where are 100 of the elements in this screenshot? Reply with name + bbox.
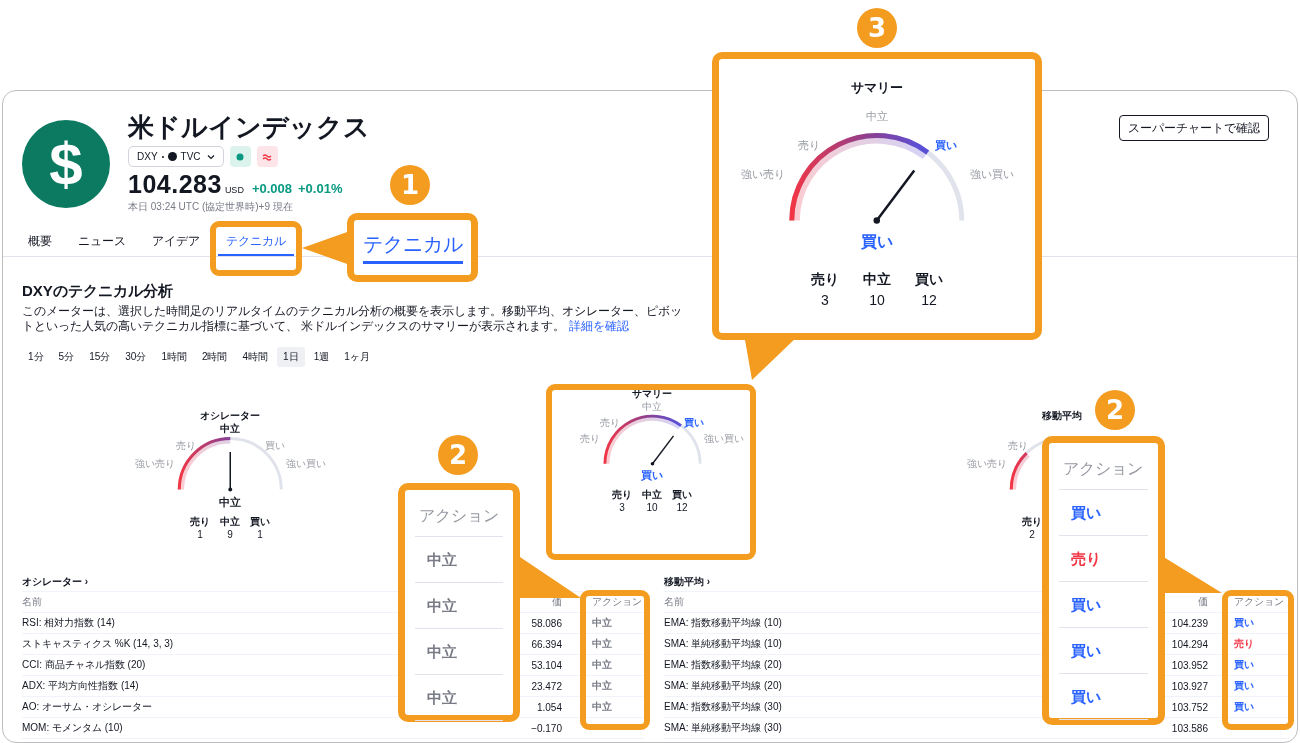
table-cell: CCI: 商品チャネル指数 (20) — [22, 658, 146, 672]
count-label: 中立 — [642, 488, 662, 502]
count-label: 売り — [190, 514, 210, 528]
count-value: 3 — [821, 291, 829, 311]
count-label: 売り — [612, 488, 632, 502]
interval-button[interactable]: 1日 — [277, 347, 305, 367]
table-cell: 58.086 — [531, 617, 562, 629]
derived-data-button[interactable] — [256, 146, 278, 167]
symbol-selector[interactable]: DXY TVC — [128, 146, 224, 167]
gauge-label: 売り — [580, 433, 601, 446]
table-cell: 104.239 — [1171, 617, 1208, 629]
gauge-label: 中立 — [866, 109, 888, 123]
table-cell: 53.104 — [531, 659, 562, 671]
zoomed-cell: 買い — [1059, 490, 1148, 536]
timestamp: 本日 03:24 UTC (協定世界時)+9 現在 — [128, 200, 294, 214]
zoomed-cell: 買い — [1059, 582, 1148, 628]
tab[interactable]: 概要 — [20, 226, 60, 256]
count-label: 買い — [915, 270, 943, 290]
table-cell: 中立 — [592, 679, 612, 693]
symbol-title: 米ドルインデックス — [128, 111, 370, 143]
gauge-label: 中立 — [220, 423, 240, 435]
column-header: アクション — [592, 595, 642, 609]
count-label: 中立 — [863, 270, 891, 290]
gauge-label: 強い売り — [740, 166, 785, 181]
exchange-logo-icon — [167, 152, 177, 161]
zoomed-cell: 中立 — [415, 629, 503, 675]
tab[interactable]: ニュース — [70, 226, 134, 256]
gauge-label: 強い売り — [134, 457, 175, 470]
interval-button[interactable]: 1分 — [22, 347, 50, 367]
gauge-needle — [650, 434, 674, 466]
percent-change: +0.01% — [298, 181, 343, 196]
table-cell: SMA: 単純移動平均線 (20) — [664, 679, 782, 693]
zoomed-cell: 中立 — [415, 583, 503, 629]
gauge-label: 強い買い — [285, 457, 326, 470]
interval-button[interactable]: 2時間 — [195, 347, 234, 367]
interval-button[interactable]: 15分 — [83, 347, 117, 367]
market-status-button[interactable] — [229, 146, 251, 167]
zoomed-cell: 中立 — [415, 675, 503, 721]
table-cell: 1.054 — [536, 701, 562, 713]
table-cell: RSI: 相対力指数 (14) — [22, 616, 115, 630]
interval-button[interactable]: 30分 — [119, 347, 153, 367]
table-cell: 104.294 — [1171, 638, 1208, 650]
wave-icon — [262, 152, 273, 161]
tab[interactable]: テクニカル — [218, 226, 294, 256]
table-cell: 売り — [1234, 637, 1254, 651]
table-cell: 買い — [1234, 658, 1254, 672]
caret-icon — [206, 153, 215, 160]
supercharts-button[interactable]: スーパーチャートで確認 — [1119, 115, 1269, 141]
gauge-label: 売り — [797, 137, 820, 152]
gauge-verdict: 中立 — [219, 494, 241, 510]
zoomed-cell: 売り — [1059, 536, 1148, 582]
count-label: 買い — [672, 488, 692, 502]
interval-button[interactable]: 4時間 — [236, 347, 275, 367]
price-value: 104.283 — [128, 170, 222, 199]
zoomed-cell: 買い — [1059, 628, 1148, 674]
count-label: 売り — [811, 270, 839, 290]
column-header: 価 — [552, 595, 562, 609]
gauge-label: 強い買い — [703, 433, 744, 446]
column-header: 価 — [1198, 595, 1208, 609]
zoomed-column-header: アクション — [415, 496, 503, 537]
interval-button[interactable]: 1時間 — [155, 347, 193, 367]
table-cell: EMA: 指数移動平均線 (10) — [664, 616, 782, 630]
count-value: 10 — [869, 291, 885, 311]
tab[interactable]: アイデア — [144, 226, 208, 256]
gauge-label: 強い買い — [969, 166, 1014, 181]
table-cell: AO: オーサム・オシレーター — [22, 700, 152, 714]
count-label: 中立 — [220, 514, 240, 528]
count-value: 3 — [619, 501, 625, 515]
count-value: 1 — [257, 527, 263, 541]
table-cell: 中立 — [592, 616, 612, 630]
gauge-title: サマリー — [632, 387, 672, 401]
table-cell: 中立 — [592, 700, 612, 714]
details-link[interactable]: 詳細を確認 — [569, 319, 630, 333]
count-label: 買い — [250, 514, 270, 528]
table-cell: 103.752 — [1171, 701, 1208, 713]
table-cell: 買い — [1234, 679, 1254, 693]
description-text: このメーターは、選択した時間足のリアルタイムのテクニカル分析の概要を表示します。移動平均、オシレーター、ピボットといった人気の高いテクニカル指標に基づいて、 米ドルインデックスのサマリーが表示されます。 詳細を確認 — [22, 304, 683, 334]
gauge-label: 買い — [684, 417, 705, 430]
gauge-needle — [873, 169, 916, 224]
table-cell: EMA: 指数移動平均線 (30) — [664, 700, 782, 714]
gauge-label: 買い — [264, 440, 285, 453]
gauge-title: 移動平均 — [1042, 409, 1082, 423]
interval-button[interactable]: 1週 — [307, 347, 336, 367]
count-label: 売り — [1022, 514, 1042, 528]
status-dot-icon — [236, 152, 245, 161]
currency-label: USD — [224, 185, 244, 195]
count-value: 10 — [646, 501, 658, 515]
interval-button[interactable]: 1ヶ月 — [338, 347, 376, 367]
zoomed-column-header: アクション — [1059, 449, 1148, 490]
table-cell: MOM: モメンタム (10) — [22, 721, 123, 735]
table-cell: ストキャスティクス %K (14, 3, 3) — [22, 637, 174, 651]
table-cell: EMA: 指数移動平均線 (20) — [664, 658, 782, 672]
table-cell: 103.952 — [1171, 659, 1208, 671]
gauge-verdict: 買い — [861, 232, 893, 253]
table-cell: ADX: 平均方向性指数 (14) — [22, 679, 139, 693]
table-cell: 中立 — [592, 637, 612, 651]
count-value: 1 — [197, 527, 203, 541]
column-header: アクション — [1234, 595, 1284, 609]
count-value: 12 — [676, 501, 688, 515]
interval-button[interactable]: 5分 — [52, 347, 81, 367]
